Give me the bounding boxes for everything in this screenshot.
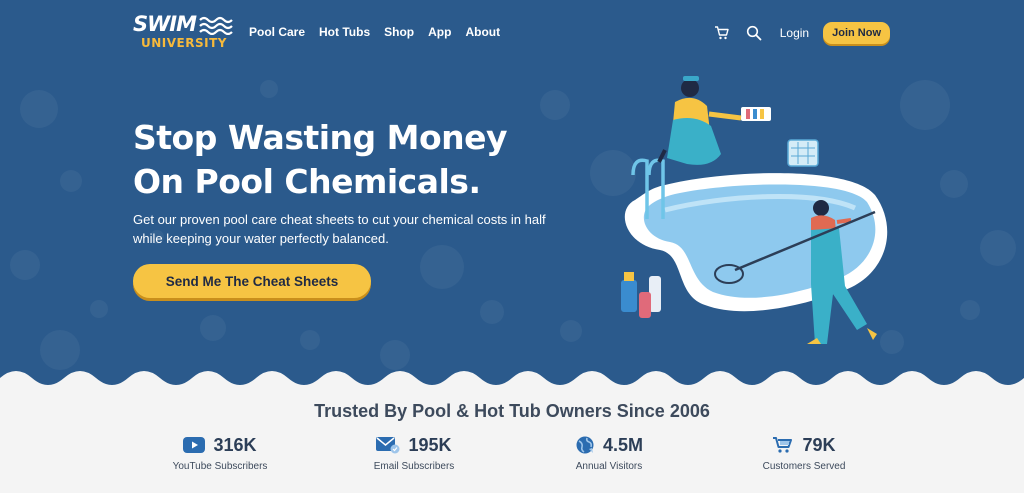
cart-icon	[773, 437, 793, 453]
pool-care-illustration	[621, 76, 888, 344]
nav-link-app[interactable]: App	[428, 24, 451, 40]
stat-value: 316K	[213, 435, 257, 455]
stat-customers: 79K Customers Served	[729, 432, 879, 473]
nav-actions: Login Join Now	[712, 22, 890, 44]
hero-subheadline: Get our proven pool care cheat sheets to…	[133, 212, 546, 246]
logo-wordmark-bottom: UNIVERSITY	[141, 36, 227, 50]
stat-label: Customers Served	[762, 461, 846, 472]
stat-email: 195K Email Subscribers	[339, 432, 489, 473]
search-icon[interactable]	[744, 23, 764, 43]
stat-value: 4.5M	[602, 435, 644, 455]
join-now-button[interactable]: Join Now	[823, 22, 890, 44]
stats-row: 316K YouTube Subscribers 195K Email Subs…	[0, 432, 1024, 482]
wave-divider	[0, 371, 1024, 394]
logo-wordmark-top: SWIM	[133, 12, 197, 36]
nav-link-pool-care[interactable]: Pool Care	[249, 24, 305, 40]
stat-visitors: 4.5M Annual Visitors	[534, 432, 684, 473]
stat-value: 195K	[408, 435, 452, 455]
nav-links: Pool Care Hot Tubs Shop App About	[249, 24, 500, 40]
top-navigation: SWIM UNIVERSITY Pool Care Hot Tubs Shop …	[0, 0, 1024, 62]
hero-section: SWIM UNIVERSITY Pool Care Hot Tubs Shop …	[0, 0, 1024, 390]
globe-icon	[576, 436, 594, 454]
logo-waves-icon	[199, 16, 233, 35]
stat-youtube: 316K YouTube Subscribers	[145, 432, 295, 473]
youtube-icon	[183, 437, 206, 453]
hero-headline: Stop Wasting Money On Pool Chemicals.	[133, 118, 508, 201]
nav-link-hot-tubs[interactable]: Hot Tubs	[319, 24, 370, 40]
stat-label: YouTube Subscribers	[172, 461, 268, 472]
nav-link-shop[interactable]: Shop	[384, 24, 414, 40]
cart-icon[interactable]	[712, 23, 732, 43]
cheat-sheets-cta-button[interactable]: Send Me The Cheat Sheets	[133, 264, 371, 298]
nav-link-about[interactable]: About	[465, 24, 500, 40]
login-link[interactable]: Login	[780, 25, 809, 41]
email-icon	[376, 437, 400, 454]
swim-university-logo[interactable]: SWIM UNIVERSITY	[133, 12, 237, 52]
stat-value: 79K	[802, 435, 836, 455]
stat-label: Email Subscribers	[373, 461, 455, 472]
trust-heading: Trusted By Pool & Hot Tub Owners Since 2…	[314, 401, 710, 421]
stat-label: Annual Visitors	[575, 461, 643, 472]
